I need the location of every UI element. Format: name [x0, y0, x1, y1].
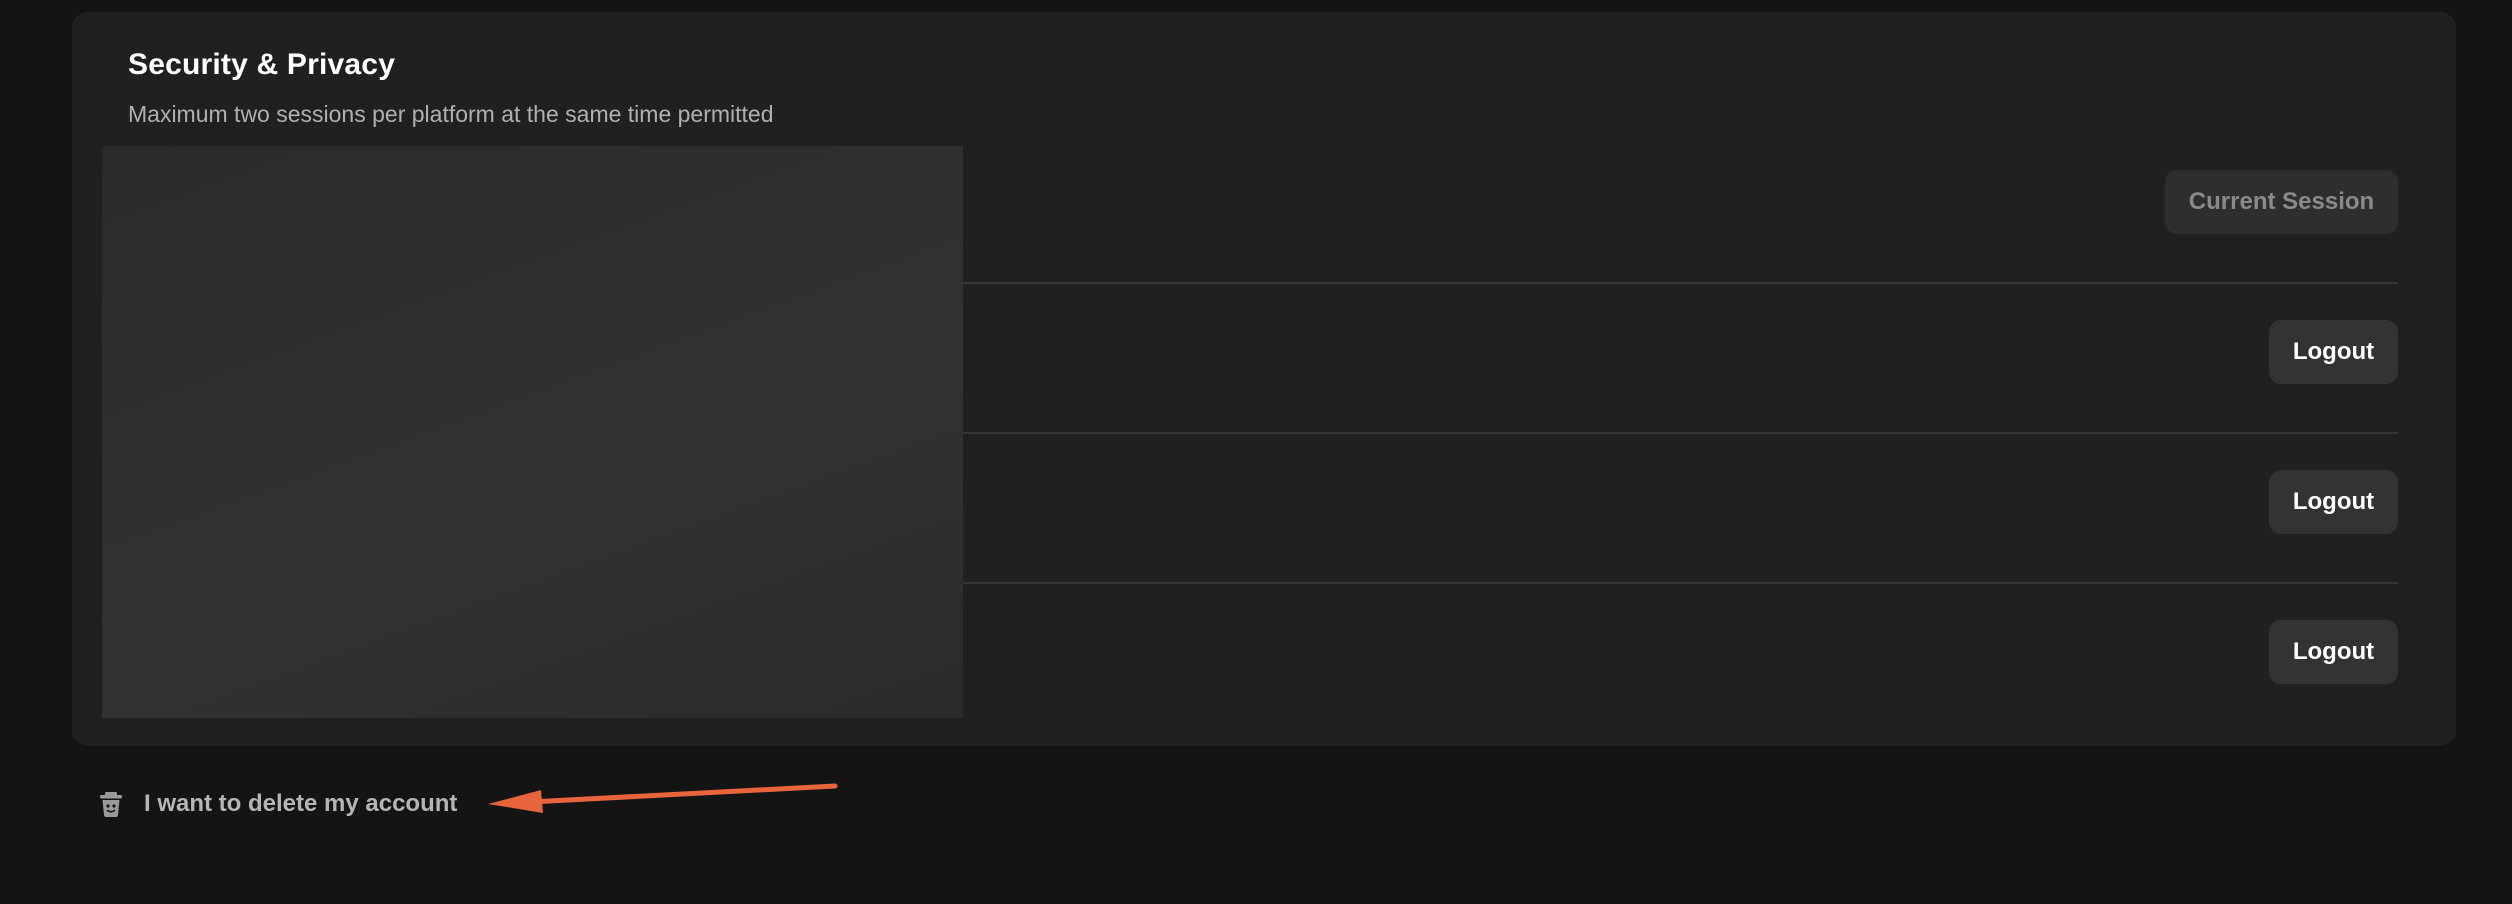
- logout-button[interactable]: Logout: [2269, 470, 2398, 534]
- card-subtitle: Maximum two sessions per platform at the…: [128, 101, 774, 127]
- delete-account-label: I want to delete my account: [144, 790, 458, 817]
- session-row: Logout: [963, 596, 2398, 746]
- session-row: Logout: [963, 446, 2398, 596]
- session-row: Logout: [963, 296, 2398, 446]
- logout-button[interactable]: Logout: [2269, 320, 2398, 384]
- redacted-session-details: [102, 146, 963, 718]
- trash-icon: [96, 789, 126, 819]
- row-divider: [963, 432, 2398, 434]
- card-title: Security & Privacy: [128, 48, 396, 81]
- delete-account-link[interactable]: I want to delete my account: [96, 784, 457, 824]
- current-session-button[interactable]: Current Session: [2165, 170, 2398, 234]
- row-divider: [963, 282, 2398, 284]
- security-privacy-card: Security & Privacy Maximum two sessions …: [72, 12, 2456, 746]
- session-row: Current Session: [963, 146, 2398, 296]
- row-divider: [963, 582, 2398, 584]
- account-settings-page: Security & Privacy Maximum two sessions …: [0, 0, 2512, 904]
- logout-button[interactable]: Logout: [2269, 620, 2398, 684]
